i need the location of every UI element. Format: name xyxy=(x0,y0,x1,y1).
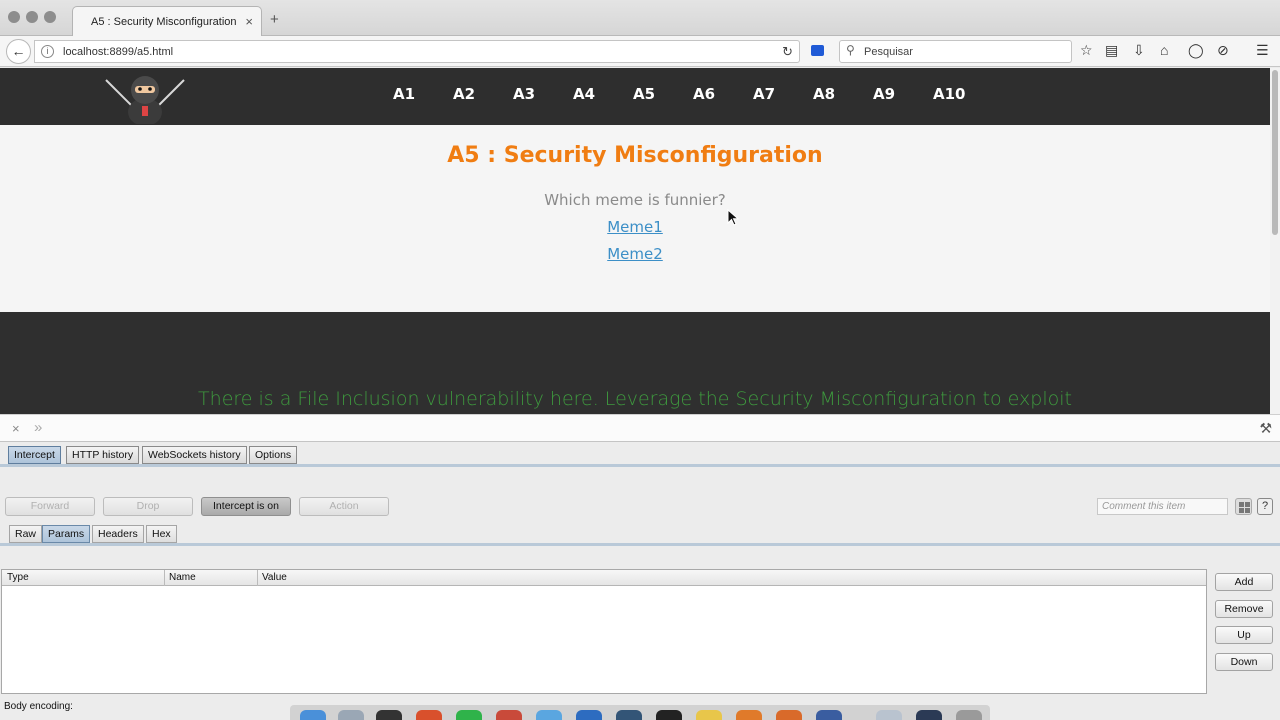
nav-link-a1[interactable]: A1 xyxy=(393,85,415,103)
pocket-icon[interactable]: ◯ xyxy=(1188,43,1204,57)
extension-icon[interactable] xyxy=(811,45,824,56)
action-button[interactable]: Action xyxy=(299,497,389,516)
question-text: Which meme is funnier? xyxy=(544,191,726,209)
finder-dock-icon[interactable] xyxy=(300,710,326,720)
nav-link-a9[interactable]: A9 xyxy=(873,85,895,103)
layout-grid-icon[interactable] xyxy=(1235,498,1252,515)
subtab-hex[interactable]: Hex xyxy=(146,525,177,543)
body-encoding-label: Body encoding: xyxy=(4,701,73,712)
page-title: A5 : Security Misconfiguration xyxy=(447,143,823,168)
page-scrollbar-thumb[interactable] xyxy=(1272,70,1278,235)
add-button[interactable]: Add xyxy=(1215,573,1273,591)
app-dock-icon[interactable] xyxy=(616,710,642,720)
params-table[interactable]: Type Name Value xyxy=(1,569,1207,694)
wrench-icon[interactable]: ⚒ xyxy=(1259,420,1272,437)
close-window-button[interactable] xyxy=(8,11,20,23)
tab-underline xyxy=(0,464,1280,467)
nav-link-a10[interactable]: A10 xyxy=(933,85,965,103)
column-header-name[interactable]: Name xyxy=(169,572,196,583)
notes-dock-icon[interactable] xyxy=(696,710,722,720)
nav-link-a4[interactable]: A4 xyxy=(573,85,595,103)
drop-button[interactable]: Drop xyxy=(103,497,193,516)
subtab-underline xyxy=(0,543,1280,546)
help-button[interactable]: ? xyxy=(1257,498,1273,515)
tab-options[interactable]: Options xyxy=(249,446,298,464)
tab-intercept[interactable]: Intercept xyxy=(8,446,61,464)
browser-toolbar: ← i localhost:8899/a5.html ↻ ⚲ Pesquisar… xyxy=(0,36,1280,67)
browser-tab[interactable]: A5 : Security Misconfiguration × xyxy=(72,6,262,37)
app-dock-icon[interactable] xyxy=(456,710,482,720)
info-icon[interactable]: i xyxy=(41,45,54,58)
mouse-cursor-icon xyxy=(727,209,739,226)
meme2-row: Meme2 xyxy=(0,245,1270,263)
search-icon: ⚲ xyxy=(846,43,855,57)
remove-button[interactable]: Remove xyxy=(1215,600,1273,618)
down-button[interactable]: Down xyxy=(1215,653,1273,671)
nav-link-a5[interactable]: A5 xyxy=(633,85,655,103)
burp-dock-icon[interactable] xyxy=(776,710,802,720)
subtab-raw[interactable]: Raw xyxy=(9,525,43,543)
firefox-dock-icon[interactable] xyxy=(736,710,762,720)
new-tab-button[interactable]: + xyxy=(270,11,279,28)
terminal-dock-icon[interactable] xyxy=(656,710,682,720)
download-icon[interactable]: ⇩ xyxy=(1133,43,1145,57)
column-divider[interactable] xyxy=(164,570,165,586)
tab-websockets-history[interactable]: WebSockets history xyxy=(142,446,247,464)
home-icon[interactable]: ⌂ xyxy=(1160,43,1168,57)
meme2-link[interactable]: Meme2 xyxy=(607,245,663,263)
chevron-right-icon[interactable]: » xyxy=(34,419,42,436)
web-page: A1 A2 A3 A4 A5 A6 A7 A8 A9 A10 A5 : Secu… xyxy=(0,68,1270,414)
trash-dock-icon[interactable] xyxy=(956,710,982,720)
calendar-dock-icon[interactable] xyxy=(496,710,522,720)
sync-icon[interactable]: ⊘ xyxy=(1217,43,1229,57)
forward-button[interactable]: Forward xyxy=(5,497,95,516)
up-button[interactable]: Up xyxy=(1215,626,1273,644)
bookmark-star-icon[interactable]: ☆ xyxy=(1080,43,1093,57)
back-button[interactable]: ← xyxy=(6,39,31,64)
search-placeholder: Pesquisar xyxy=(864,46,913,58)
hint-section: There is a File Inclusion vulnerability … xyxy=(0,312,1270,414)
find-bar: × » ⚒ xyxy=(0,414,1280,442)
app-dock-icon[interactable] xyxy=(376,710,402,720)
meme1-row: Meme1 xyxy=(0,218,1270,236)
app-dock-icon[interactable] xyxy=(816,710,842,720)
params-table-header: Type Name Value xyxy=(2,570,1206,586)
tab-http-history[interactable]: HTTP history xyxy=(66,446,140,464)
close-icon[interactable]: × xyxy=(12,421,20,436)
meme1-link[interactable]: Meme1 xyxy=(607,218,663,236)
search-input[interactable]: ⚲ Pesquisar xyxy=(839,40,1072,63)
menu-icon[interactable]: ☰ xyxy=(1256,43,1269,57)
ninja-logo xyxy=(105,76,185,124)
vscode-dock-icon[interactable] xyxy=(576,710,602,720)
reload-icon[interactable]: ↻ xyxy=(782,44,793,60)
nav-link-a8[interactable]: A8 xyxy=(813,85,835,103)
nav-link-a7[interactable]: A7 xyxy=(753,85,775,103)
comment-field[interactable]: Comment this item xyxy=(1097,498,1228,515)
browser-tab-bar: A5 : Security Misconfiguration × + xyxy=(0,0,1280,37)
subtab-headers[interactable]: Headers xyxy=(92,525,144,543)
zoom-window-button[interactable] xyxy=(44,11,56,23)
nav-link-a6[interactable]: A6 xyxy=(693,85,715,103)
app-dock-icon[interactable] xyxy=(876,710,902,720)
column-divider[interactable] xyxy=(257,570,258,586)
burp-proxy-panel: Intercept HTTP history WebSockets histor… xyxy=(0,442,1280,720)
tab-title: A5 : Security Misconfiguration xyxy=(91,16,237,28)
hint-text: There is a File Inclusion vulnerability … xyxy=(198,388,1072,410)
nav-link-a2[interactable]: A2 xyxy=(453,85,475,103)
intercept-toggle-button[interactable]: Intercept is on xyxy=(201,497,291,516)
column-header-type[interactable]: Type xyxy=(7,572,29,583)
url-text: localhost:8899/a5.html xyxy=(63,46,174,58)
minimize-window-button[interactable] xyxy=(26,11,38,23)
close-tab-icon[interactable]: × xyxy=(245,14,253,29)
site-navbar: A1 A2 A3 A4 A5 A6 A7 A8 A9 A10 xyxy=(0,68,1270,125)
safari-dock-icon[interactable] xyxy=(536,710,562,720)
nav-link-a3[interactable]: A3 xyxy=(513,85,535,103)
chrome-dock-icon[interactable] xyxy=(416,710,442,720)
reading-list-icon[interactable]: ▤ xyxy=(1105,43,1118,57)
app-dock-icon[interactable] xyxy=(916,710,942,720)
subtab-params[interactable]: Params xyxy=(42,525,91,543)
column-header-value[interactable]: Value xyxy=(262,572,287,583)
address-bar[interactable]: i localhost:8899/a5.html ↻ xyxy=(34,40,800,63)
launchpad-dock-icon[interactable] xyxy=(338,710,364,720)
